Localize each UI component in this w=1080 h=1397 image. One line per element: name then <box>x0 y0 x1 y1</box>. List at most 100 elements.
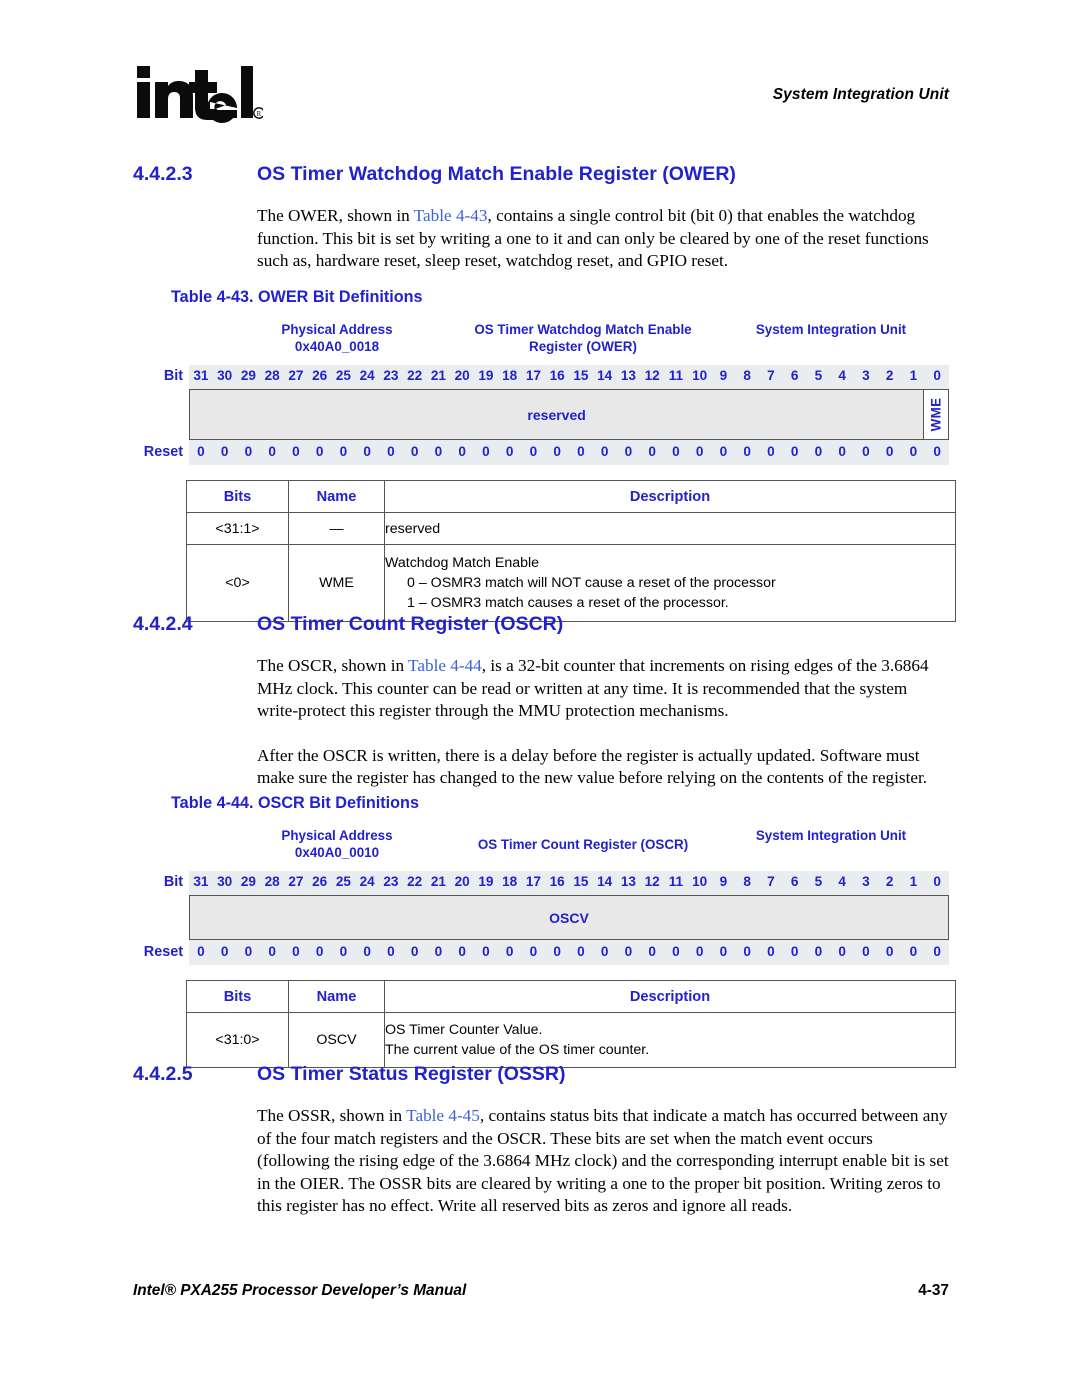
table-44-description-table: Bits Name Description <31:0> OSCV OS Tim… <box>186 980 956 1068</box>
bit-row-label: Bit <box>163 874 183 890</box>
bit-number-cell: 14 <box>597 368 613 383</box>
reset-value-cell: 0 <box>268 444 276 459</box>
bit-number-cell: 3 <box>862 874 870 889</box>
section-number: 4.4.2.4 <box>133 613 193 635</box>
reset-value-cell: 0 <box>648 444 656 459</box>
reset-value-cell: 0 <box>767 444 775 459</box>
reset-value-cell: 0 <box>197 444 205 459</box>
table-43-description-table: Bits Name Description <31:1> — reserved … <box>186 480 956 622</box>
table-44-link[interactable]: Table 4-44 <box>408 656 482 675</box>
bit-number-cell: 19 <box>478 874 494 889</box>
page-footer: Intel® PXA255 Processor Developer’s Manu… <box>133 1282 949 1304</box>
table-row: <31:0> OSCV OS Timer Counter Value. The … <box>186 1012 956 1068</box>
description-line: The current value of the OS timer counte… <box>385 1042 650 1058</box>
bit-row-label: Bit <box>163 368 183 384</box>
bit-number-cell: 24 <box>359 368 375 383</box>
reset-value-cell: 0 <box>814 944 823 959</box>
bit-number-cell: 11 <box>668 368 684 383</box>
section-4-4-2-5: 4.4.2.5 OS Timer Status Register (OSSR) … <box>133 1063 949 1218</box>
reset-value-cell: 0 <box>719 944 728 959</box>
bit-number-cell: 25 <box>335 874 351 889</box>
column-header-name: Name <box>288 980 385 1013</box>
reset-value-cell: 0 <box>933 944 941 959</box>
section-paragraph: After the OSCR is written, there is a de… <box>257 745 928 788</box>
reset-value-cell: 0 <box>482 444 490 459</box>
cell-bits: <0> <box>186 544 289 622</box>
bit-number-cell: 16 <box>549 874 565 889</box>
table-44-bit-grid: Bit 31 30 29 28 27 26 25 24 23 22 21 20 19 18 17 16 15 14… <box>133 871 949 969</box>
reset-value-cell: 0 <box>387 944 395 959</box>
physical-address-label: Physical Address <box>281 828 393 843</box>
paragraph-prefix: The OSCR, shown in <box>257 656 409 675</box>
section-number: 4.4.2.3 <box>133 163 193 185</box>
reset-value-cell: 0 <box>505 444 514 459</box>
unit-header: System Integration Unit <box>755 322 907 337</box>
bit-number-cell: 29 <box>240 874 256 889</box>
table-44-column-headers: Physical Address 0x40A0_0010 OS Timer Co… <box>189 827 949 871</box>
bit-number-cell: 9 <box>719 368 728 383</box>
table-43-caption: Table 4-43. OWER Bit Definitions <box>171 288 423 306</box>
reset-value-cell: 0 <box>672 944 680 959</box>
bit-number-cell: 15 <box>573 368 589 383</box>
bit-field-oscv: OSCV <box>190 896 948 939</box>
bit-number-cell: 26 <box>312 368 328 383</box>
bit-field-wme-label: WME <box>928 397 944 432</box>
reset-value-cell: 0 <box>790 444 799 459</box>
bit-number-cell: 11 <box>668 874 684 889</box>
section-heading-4-4-2-3: 4.4.2.3 OS Timer Watchdog Match Enable R… <box>133 163 949 193</box>
register-name-header: OS Timer Count Register (OSCR) <box>453 836 713 853</box>
reset-value-cell: 0 <box>268 944 276 959</box>
table-44-caption: Table 4-44. OSCR Bit Definitions <box>171 794 419 812</box>
reset-value-cell: 0 <box>862 444 870 459</box>
bit-number-cell: 4 <box>838 874 846 889</box>
reset-value-cell: 0 <box>387 444 395 459</box>
bit-field-wme: WME <box>924 390 948 439</box>
section-4-4-2-3: 4.4.2.3 OS Timer Watchdog Match Enable R… <box>133 163 949 273</box>
reset-value-cell: 0 <box>577 944 585 959</box>
intel-logo: R <box>133 58 263 128</box>
reset-value-cell: 0 <box>220 944 229 959</box>
bit-number-row: 31 30 29 28 27 26 25 24 23 22 21 20 19 18 17 16 15 14 13 12… <box>189 871 949 895</box>
bit-number-cell: 22 <box>407 874 423 889</box>
bit-number-cell: 23 <box>383 874 399 889</box>
bit-number-cell: 7 <box>767 368 775 383</box>
cell-bits: <31:1> <box>186 512 289 545</box>
reset-value-cell: 0 <box>648 944 656 959</box>
reset-value-cell: 0 <box>529 444 538 459</box>
cell-name: WME <box>288 544 385 622</box>
bit-field-reserved: reserved <box>190 390 925 439</box>
bit-number-cell: 5 <box>814 368 823 383</box>
bit-number-cell: 16 <box>549 368 565 383</box>
reset-row-label: Reset <box>143 944 183 960</box>
table-4-43-block: Table 4-43. OWER Bit Definitions Physica… <box>133 288 956 622</box>
register-name-line1: OS Timer Count Register (OSCR) <box>477 837 689 852</box>
table-43-link[interactable]: Table 4-43 <box>414 206 488 225</box>
reset-value-cell: 0 <box>624 444 633 459</box>
reset-value-cell: 0 <box>695 944 704 959</box>
reset-value-cell: 0 <box>482 944 490 959</box>
bit-number-cell: 12 <box>644 368 660 383</box>
bit-number-cell: 17 <box>525 874 541 889</box>
bit-number-cell: 10 <box>692 874 708 889</box>
reset-row-label: Reset <box>143 444 183 460</box>
bit-field-box: OSCV <box>189 895 949 940</box>
reset-value-cell: 0 <box>292 444 300 459</box>
cell-description: Watchdog Match Enable 0 – OSMR3 match wi… <box>384 544 956 622</box>
cell-name: OSCV <box>288 1012 385 1068</box>
bit-field-oscv-label: OSCV <box>549 909 589 926</box>
column-header-name: Name <box>288 480 385 513</box>
section-heading-4-4-2-5: 4.4.2.5 OS Timer Status Register (OSSR) <box>133 1063 949 1093</box>
reset-value-cell: 0 <box>458 444 466 459</box>
bit-number-cell: 9 <box>719 874 728 889</box>
table-45-link[interactable]: Table 4-45 <box>406 1106 480 1125</box>
table-43-register-diagram: Physical Address 0x40A0_0018 OS Timer Wa… <box>133 321 949 465</box>
physical-address-header: Physical Address 0x40A0_0018 <box>221 321 453 355</box>
column-header-description: Description <box>384 980 956 1013</box>
section-paragraph: The OSSR, shown in Table 4-45, contains … <box>257 1105 949 1218</box>
bit-number-cell: 6 <box>790 874 799 889</box>
reset-value-cell: 0 <box>862 944 870 959</box>
reset-value-cell: 0 <box>220 444 229 459</box>
footer-document-title: Intel® PXA255 Processor Developer’s Manu… <box>133 1282 467 1299</box>
reset-value-cell: 0 <box>743 444 751 459</box>
bit-number-cell: 1 <box>909 368 918 383</box>
